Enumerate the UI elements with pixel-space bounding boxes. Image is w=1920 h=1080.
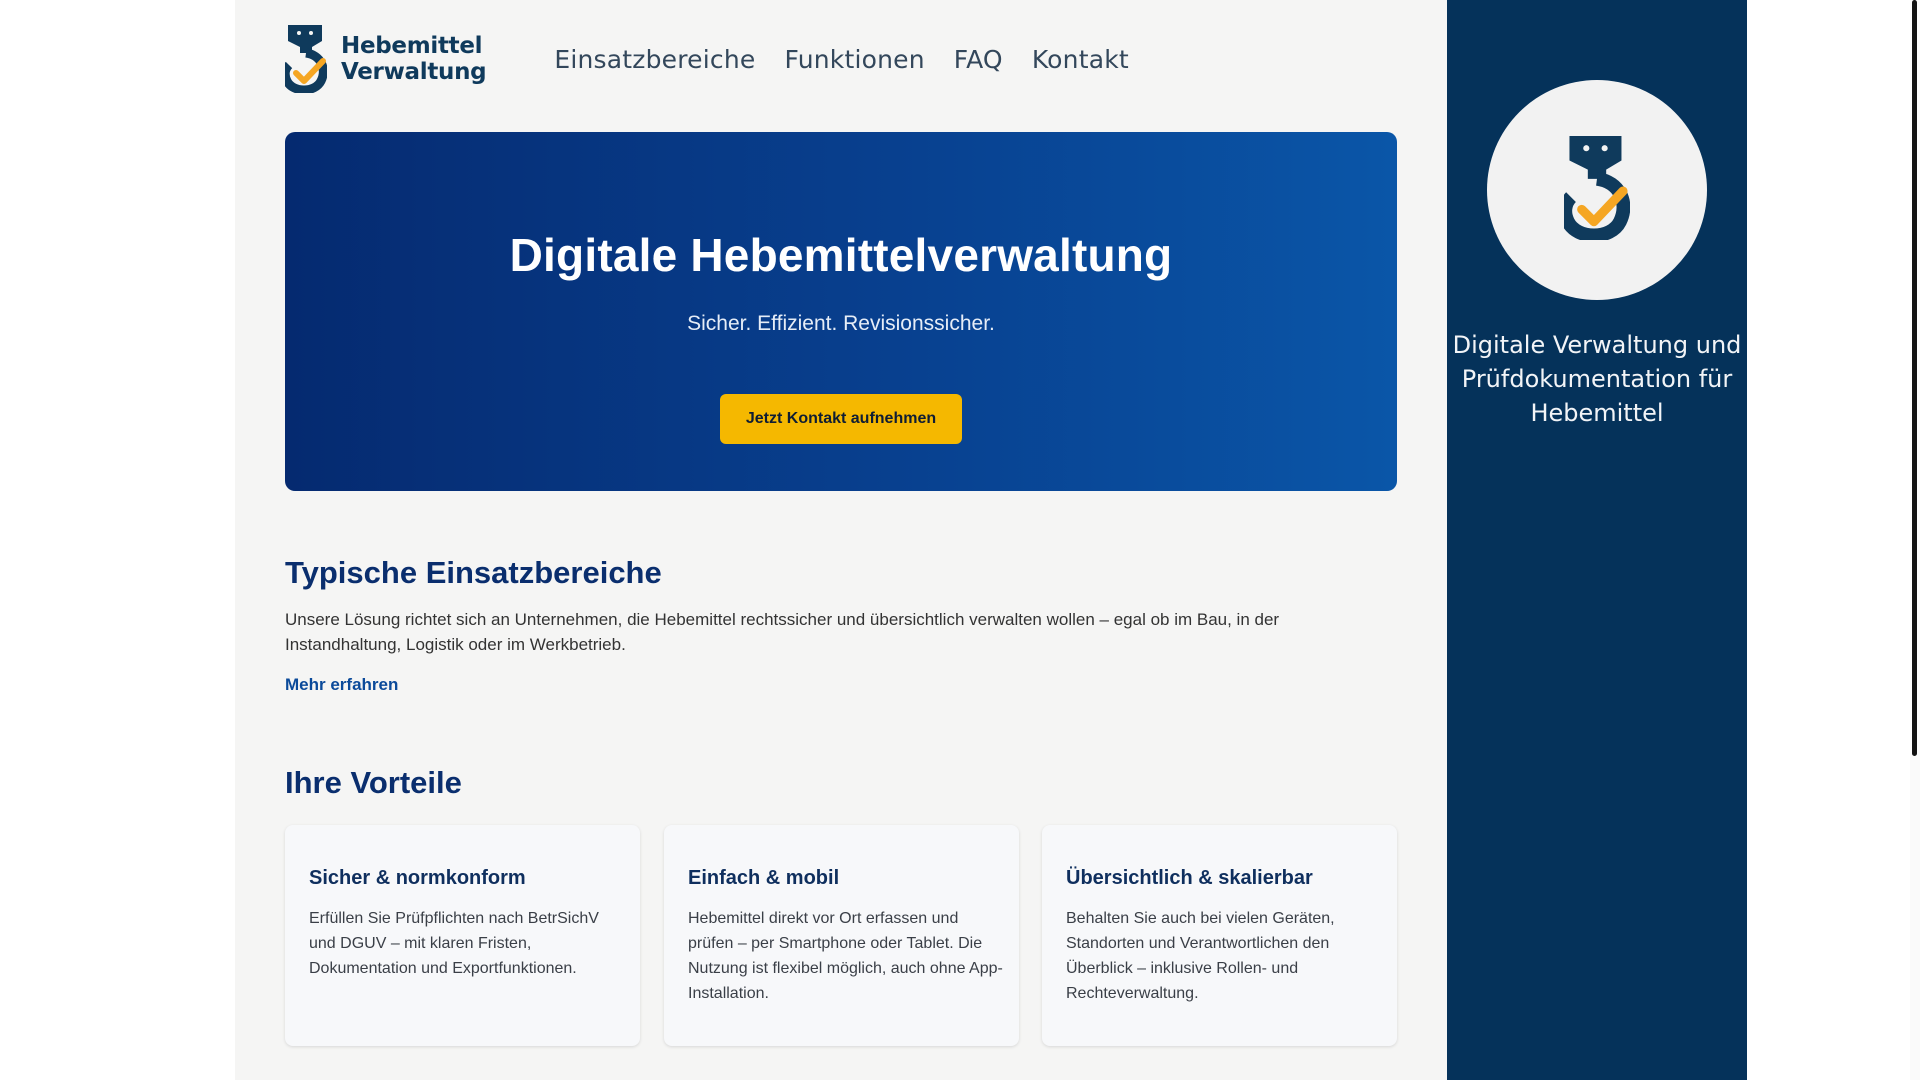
feature-card-text: Erfüllen Sie Prüfpflichten nach BetrSich…: [309, 910, 599, 977]
hero-banner: Digitale Hebemittelverwaltung Sicher. Ef…: [285, 132, 1397, 491]
feature-card-text: Behalten Sie auch bei vielen Geräten, St…: [1066, 910, 1335, 1002]
logo-link[interactable]: Hebemittel Verwaltung: [285, 25, 487, 93]
site-header: Hebemittel Verwaltung Einsatzbereiche Fu…: [285, 24, 1397, 94]
feature-card-sicher: Sicher & normkonform Erfüllen Sie Prüfpf…: [285, 825, 640, 1046]
feature-card-text: Hebemittel direkt vor Ort erfassen und p…: [688, 910, 1003, 1002]
logo-line2: Verwaltung: [341, 59, 487, 85]
crane-hook-check-icon: [285, 25, 327, 93]
nav-funktionen[interactable]: Funktionen: [784, 45, 924, 74]
hero-subtitle: Sicher. Effizient. Revisionssicher.: [687, 312, 995, 335]
logo-wordmark: Hebemittel Verwaltung: [341, 33, 487, 85]
main-nav: Einsatzbereiche Funktionen FAQ Kontakt: [554, 45, 1129, 74]
page-scrollbar[interactable]: [1910, 0, 1920, 1080]
contact-cta-button[interactable]: Jetzt Kontakt aufnehmen: [720, 394, 962, 444]
feature-card-title: Einfach & mobil: [688, 867, 840, 889]
nav-faq[interactable]: FAQ: [954, 45, 1003, 74]
feature-card-mobil: Einfach & mobil Hebemittel direkt vor Or…: [664, 825, 1019, 1046]
logo-line1: Hebemittel: [341, 33, 483, 59]
feature-card-title: Sicher & normkonform: [309, 867, 526, 889]
more-info-link[interactable]: Mehr erfahren: [285, 675, 398, 695]
sidebar-logo-circle: [1487, 80, 1707, 300]
crane-hook-check-icon: [1558, 135, 1631, 245]
scrollbar-thumb[interactable]: [1912, 0, 1917, 756]
einsatzbereiche-text: Unsere Lösung richtet sich an Unternehme…: [285, 610, 1280, 654]
feature-card-title: Übersichtlich & skalierbar: [1066, 867, 1313, 889]
einsatzbereiche-heading: Typische Einsatzbereiche: [285, 555, 662, 590]
hero-title: Digitale Hebemittelverwaltung: [509, 229, 1173, 281]
feature-card-skalierbar: Übersichtlich & skalierbar Behalten Sie …: [1042, 825, 1397, 1046]
nav-einsatzbereiche[interactable]: Einsatzbereiche: [554, 45, 755, 74]
vorteile-heading: Ihre Vorteile: [285, 765, 462, 800]
sidebar-panel: Digitale Verwaltung und Prüfdokumentatio…: [1447, 0, 1747, 1080]
nav-kontakt[interactable]: Kontakt: [1032, 45, 1129, 74]
sidebar-tagline: Digitale Verwaltung und Prüfdokumentatio…: [1452, 331, 1742, 427]
main-page: Hebemittel Verwaltung Einsatzbereiche Fu…: [235, 0, 1447, 1080]
